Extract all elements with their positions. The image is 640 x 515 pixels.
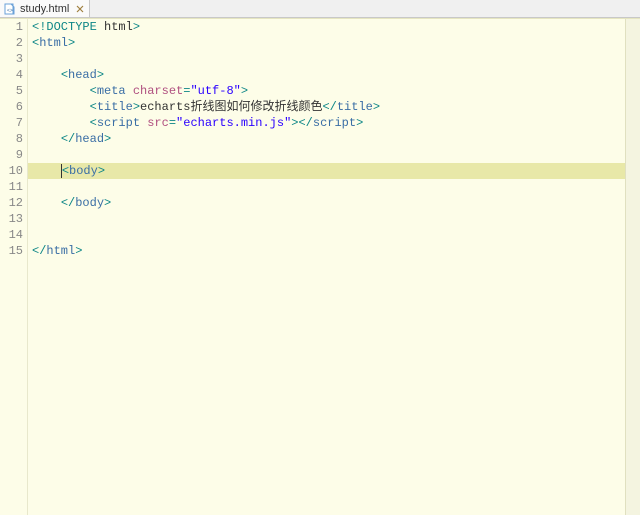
code-line[interactable]: [28, 227, 625, 243]
code-line[interactable]: [28, 51, 625, 67]
code-line[interactable]: <script src="echarts.min.js"></script>: [28, 115, 625, 131]
code-editor[interactable]: 123456789101112131415 <!DOCTYPE html><ht…: [0, 18, 640, 515]
line-number: 3: [0, 51, 23, 67]
line-number: 7: [0, 115, 23, 131]
code-line[interactable]: [28, 147, 625, 163]
line-number: 12: [0, 195, 23, 211]
svg-text:<>: <>: [7, 8, 13, 14]
line-number-gutter: 123456789101112131415: [0, 19, 28, 515]
code-line[interactable]: </head>: [28, 131, 625, 147]
code-line[interactable]: [28, 211, 625, 227]
code-line[interactable]: <html>: [28, 35, 625, 51]
code-line[interactable]: [28, 179, 625, 195]
line-number: 1: [0, 19, 23, 35]
code-line[interactable]: <!DOCTYPE html>: [28, 19, 625, 35]
tab-bar: <> study.html: [0, 0, 640, 18]
line-number: 15: [0, 243, 23, 259]
close-icon[interactable]: [75, 4, 85, 14]
code-line[interactable]: </body>: [28, 195, 625, 211]
vertical-scrollbar[interactable]: [625, 19, 640, 515]
code-area[interactable]: <!DOCTYPE html><html> <head> <meta chars…: [28, 19, 625, 515]
line-number: 2: [0, 35, 23, 51]
code-line[interactable]: <body>: [28, 163, 625, 179]
line-number: 8: [0, 131, 23, 147]
line-number: 14: [0, 227, 23, 243]
line-number: 9: [0, 147, 23, 163]
code-line[interactable]: <meta charset="utf-8">: [28, 83, 625, 99]
code-line[interactable]: <title>echarts折线图如何修改折线颜色</title>: [28, 99, 625, 115]
line-number: 5: [0, 83, 23, 99]
line-number: 10: [0, 163, 23, 179]
tab-label: study.html: [20, 3, 69, 15]
code-line[interactable]: <head>: [28, 67, 625, 83]
code-line[interactable]: </html>: [28, 243, 625, 259]
html-file-icon: <>: [4, 3, 16, 15]
line-number: 4: [0, 67, 23, 83]
tab-study-html[interactable]: <> study.html: [0, 0, 90, 17]
line-number: 6: [0, 99, 23, 115]
line-number: 11: [0, 179, 23, 195]
line-number: 13: [0, 211, 23, 227]
